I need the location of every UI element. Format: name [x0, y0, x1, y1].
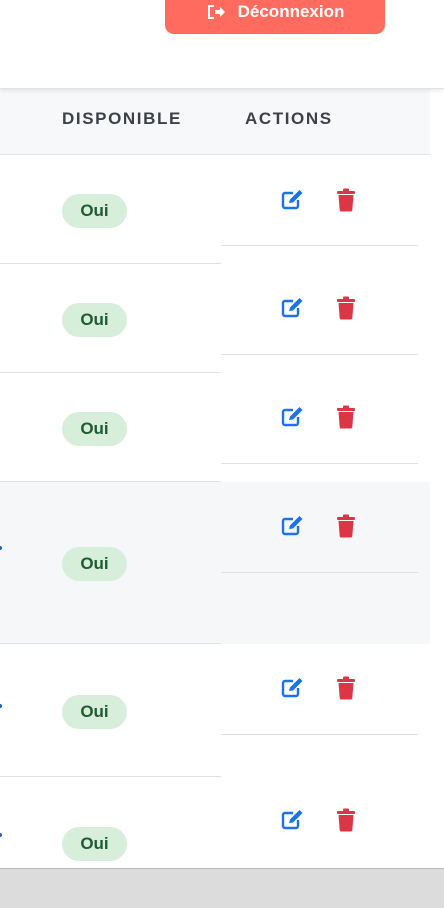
disponible-cell: Oui [0, 264, 221, 373]
trash-icon[interactable] [333, 807, 359, 833]
availability-badge: Oui [62, 695, 127, 729]
right-gutter [430, 88, 444, 868]
trash-icon[interactable] [333, 404, 359, 430]
availability-badge: Oui [62, 547, 127, 581]
availability-badge: Oui [62, 194, 127, 228]
trash-icon[interactable] [333, 187, 359, 213]
page: Déconnexion DISPONIBLE ACTIONS Oui Oui O… [0, 0, 444, 908]
row-divider [221, 572, 418, 573]
row-divider [221, 734, 418, 735]
edit-icon[interactable] [279, 295, 305, 321]
row-divider [221, 245, 418, 246]
actions-cell [221, 264, 430, 373]
table-row: Oui [0, 264, 430, 373]
logout-label: Déconnexion [237, 2, 345, 21]
edit-icon[interactable] [279, 675, 305, 701]
truncated-text-mark [0, 546, 2, 550]
disponible-cell: Oui [0, 482, 221, 644]
table-row: Oui [0, 482, 430, 644]
table-row: Oui [0, 154, 430, 264]
actions-cell [221, 373, 430, 482]
availability-badge: Oui [62, 827, 127, 861]
column-header-actions: ACTIONS [245, 109, 333, 128]
availability-badge: Oui [62, 303, 127, 337]
column-header-disponible: DISPONIBLE [62, 109, 182, 128]
disponible-cell: Oui [0, 644, 221, 777]
edit-icon[interactable] [279, 513, 305, 539]
table-row: Oui [0, 644, 430, 777]
trash-icon[interactable] [333, 513, 359, 539]
horizontal-scrollbar[interactable] [0, 868, 444, 908]
actions-cell [221, 482, 430, 644]
edit-icon[interactable] [279, 807, 305, 833]
truncated-text-mark [0, 704, 2, 708]
sign-out-icon [206, 3, 226, 21]
logout-button[interactable]: Déconnexion [165, 0, 385, 34]
row-divider [221, 354, 418, 355]
table-row: Oui [0, 373, 430, 482]
actions-cell [221, 154, 430, 264]
actions-cell [221, 644, 430, 777]
table-header: DISPONIBLE ACTIONS [0, 88, 430, 155]
edit-icon[interactable] [279, 404, 305, 430]
books-table: DISPONIBLE ACTIONS Oui Oui Oui Oui Oui O… [0, 88, 430, 868]
disponible-cell: Oui [0, 154, 221, 264]
trash-icon[interactable] [333, 675, 359, 701]
disponible-cell: Oui [0, 373, 221, 482]
truncated-text-mark [0, 833, 2, 837]
trash-icon[interactable] [333, 295, 359, 321]
edit-icon[interactable] [279, 187, 305, 213]
row-divider [221, 463, 418, 464]
top-header: Déconnexion [0, 0, 444, 89]
availability-badge: Oui [62, 412, 127, 446]
